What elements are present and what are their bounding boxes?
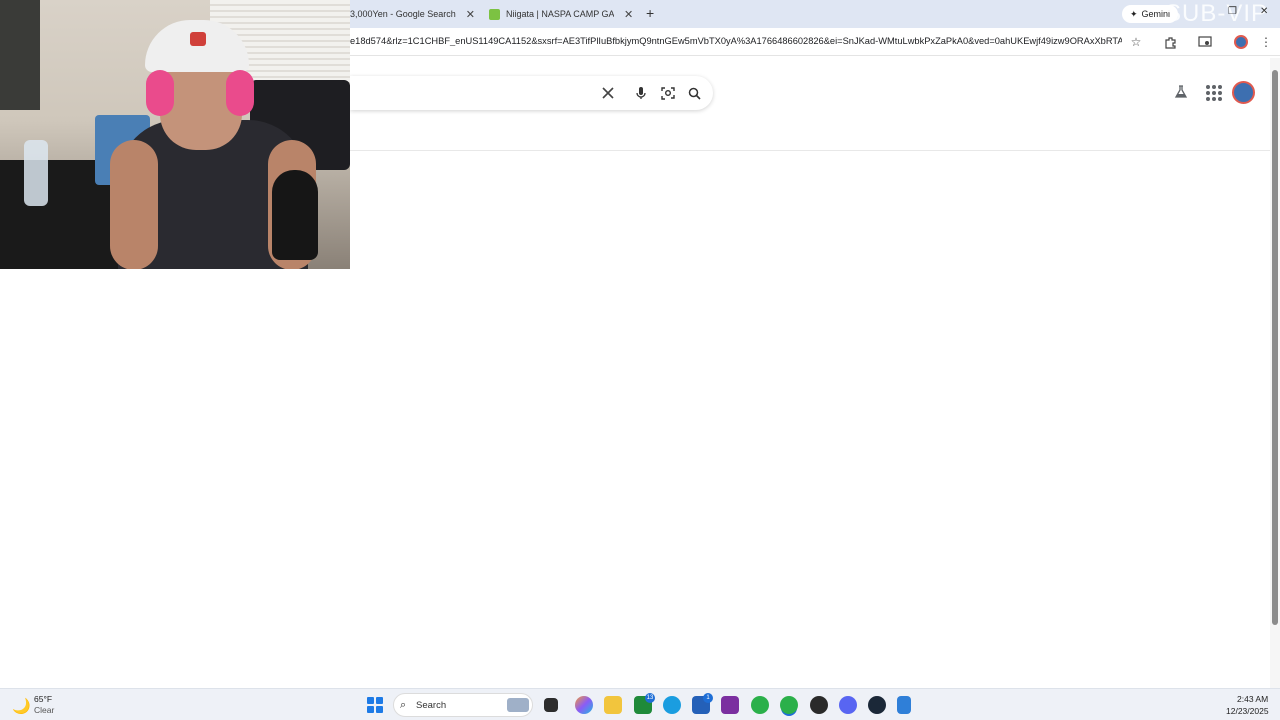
screen: 3,000Yen - Google Search ✕ Niigata | NAS… (0, 0, 1280, 720)
lens-camera-icon[interactable] (660, 85, 676, 101)
close-tab-icon[interactable]: ✕ (624, 8, 633, 21)
tab-google-search[interactable]: 3,000Yen - Google Search ✕ (350, 4, 480, 24)
weather-condition[interactable]: Clear (34, 705, 54, 715)
store-badge: 1 (703, 693, 713, 703)
stream-watermark: SUB-VIP (1165, 0, 1269, 27)
weather-temp[interactable]: 65°F (34, 694, 52, 704)
search-icon: ⌕ (400, 699, 407, 711)
webcam-headphone (226, 70, 254, 116)
notepad-icon[interactable] (897, 696, 911, 714)
search-icon[interactable] (686, 85, 702, 101)
close-tab-icon[interactable]: ✕ (466, 8, 475, 21)
webcam-cap-logo (190, 32, 206, 46)
taskbar-search-label: Search (416, 700, 447, 711)
menu-icon[interactable]: ⋮ (1258, 34, 1274, 50)
webcam-headphone (146, 70, 174, 116)
cast-icon[interactable] (1197, 34, 1213, 50)
sparkle-icon: ✦ (1130, 8, 1138, 19)
moon-icon[interactable]: 🌙 (12, 697, 31, 715)
discord-icon[interactable] (839, 696, 857, 714)
clock-date[interactable]: 12/23/2025 (1226, 706, 1269, 716)
webcam-person-arm (110, 140, 158, 269)
close-window-icon[interactable]: ✕ (1260, 6, 1268, 17)
chrome-active-icon[interactable] (780, 696, 798, 714)
profile-avatar[interactable] (1233, 34, 1249, 50)
copilot-icon[interactable] (575, 696, 593, 714)
webcam-window (0, 0, 40, 110)
webcam-bottle (24, 140, 48, 206)
edge-icon[interactable] (663, 696, 681, 714)
new-tab-button[interactable]: + (646, 5, 654, 21)
header-divider (350, 150, 1270, 151)
account-avatar[interactable] (1232, 81, 1255, 104)
clock-time[interactable]: 2:43 AM (1237, 694, 1268, 704)
scrollbar-thumb[interactable] (1272, 70, 1278, 625)
search-highlight-icon (507, 698, 529, 712)
labs-flask-icon[interactable] (1174, 85, 1190, 101)
clear-icon[interactable] (600, 85, 616, 101)
address-bar[interactable]: e18d574&rlz=1C1CHBF_enUS1149CA1152&sxsrf… (350, 36, 1122, 46)
taskbar: 🌙 65°F Clear ⌕ Search 13 1 2:43 AM 12/23… (0, 688, 1280, 720)
steam-icon[interactable] (868, 696, 886, 714)
favicon-icon (489, 8, 500, 20)
taskbar-search[interactable]: ⌕ Search (393, 693, 533, 717)
tab-title: 3,000Yen - Google Search (350, 9, 456, 19)
app-icon[interactable] (810, 696, 828, 714)
app-icon[interactable] (721, 696, 739, 714)
webcam-overlay (0, 0, 350, 269)
extensions-icon[interactable] (1162, 34, 1178, 50)
restore-icon[interactable]: ❐ (1228, 6, 1237, 17)
start-button[interactable] (367, 697, 383, 713)
microphone-icon[interactable] (633, 85, 649, 101)
bookmark-star-icon[interactable]: ☆ (1128, 34, 1144, 50)
task-view-icon[interactable] (544, 698, 558, 712)
file-explorer-icon[interactable] (604, 696, 622, 714)
webcam-microphone (272, 170, 318, 260)
tab-title: Niigata | NASPA CAMP GARDE (506, 9, 614, 19)
xbox-badge: 13 (645, 693, 655, 703)
google-apps-icon[interactable] (1206, 85, 1222, 101)
chrome-icon[interactable] (751, 696, 769, 714)
tab-niigata[interactable]: Niigata | NASPA CAMP GARDE ✕ (489, 4, 639, 24)
search-input[interactable] (350, 76, 713, 110)
